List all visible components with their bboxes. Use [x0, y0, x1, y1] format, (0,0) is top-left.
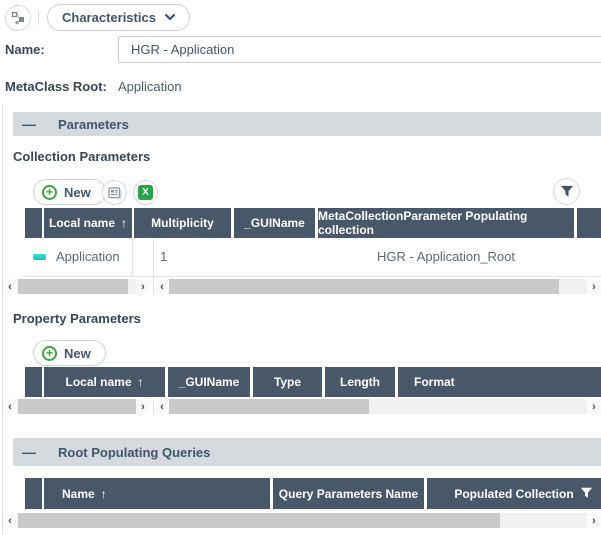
- characteristics-dropdown[interactable]: Characteristics: [47, 4, 190, 31]
- plus-icon: +: [42, 185, 57, 200]
- row-local-name: Application: [56, 249, 120, 264]
- pane-split-line: [153, 240, 154, 294]
- column-header-local-name[interactable]: Local name↑: [44, 208, 132, 238]
- filter-icon: [560, 185, 574, 198]
- column-header-overflow: [577, 208, 601, 238]
- pane-split-line: [153, 399, 154, 414]
- new-collection-parameter-button[interactable]: + New: [33, 179, 106, 205]
- characteristics-dropdown-label: Characteristics: [62, 10, 156, 25]
- name-label: Name:: [5, 42, 45, 57]
- collection-parameters-table-header: Local name↑ Multiplicity _GUIName MetaCo…: [25, 208, 601, 238]
- table-row[interactable]: Application 1 HGR - Application_Root: [25, 238, 601, 277]
- root-queries-section-header[interactable]: — Root Populating Queries: [13, 438, 601, 466]
- scrollbar-thumb[interactable]: [18, 279, 128, 294]
- column-header-icon: [25, 478, 42, 509]
- report-view-button[interactable]: [102, 180, 127, 205]
- scroll-left-icon[interactable]: ‹: [3, 279, 17, 294]
- row-multiplicity: 1: [160, 249, 167, 264]
- metaclass-root-value: Application: [118, 79, 182, 94]
- new-button-label: New: [64, 346, 91, 361]
- parameters-section-header[interactable]: — Parameters: [13, 112, 601, 136]
- property-parameters-table-header: Local name↑ _GUIName Type Length Format: [25, 367, 601, 397]
- new-button-label: New: [64, 185, 91, 200]
- scroll-right-icon[interactable]: ›: [587, 513, 601, 528]
- root-queries-table-header: Name↑ Query Parameters Name Populated Co…: [25, 478, 601, 509]
- export-excel-button[interactable]: X: [133, 180, 158, 205]
- collection-type-icon: [33, 254, 46, 260]
- property-parameters-heading: Property Parameters: [13, 311, 141, 326]
- filter-button[interactable]: [553, 178, 580, 205]
- new-property-parameter-button[interactable]: + New: [33, 340, 106, 366]
- collection-parameters-heading: Collection Parameters: [13, 149, 150, 164]
- cell-divider: [132, 238, 133, 276]
- scrollbar-thumb[interactable]: [18, 513, 500, 528]
- scrollbar-thumb[interactable]: [169, 399, 369, 414]
- scroll-right-icon[interactable]: ›: [136, 399, 150, 414]
- scroll-left-icon[interactable]: ‹: [155, 399, 169, 414]
- document-icon: [108, 187, 122, 199]
- panel-left-border: [2, 104, 3, 535]
- collapse-minus-icon[interactable]: —: [22, 117, 36, 131]
- scroll-right-icon[interactable]: ›: [587, 399, 601, 414]
- column-header-icon: [25, 208, 42, 238]
- excel-icon: X: [138, 185, 153, 200]
- column-header-populating-collection[interactable]: MetaCollectionParameter Populating colle…: [318, 208, 574, 238]
- hierarchy-icon: [11, 11, 26, 26]
- collapse-minus-icon[interactable]: —: [22, 445, 36, 459]
- scroll-right-icon[interactable]: ›: [136, 279, 150, 294]
- parameters-section-title: Parameters: [58, 117, 129, 132]
- chevron-down-icon: [165, 14, 175, 21]
- plus-icon: +: [42, 346, 57, 361]
- entity-type-button[interactable]: [5, 5, 31, 31]
- metaclass-root-label: MetaClass Root:: [5, 79, 107, 94]
- sort-asc-icon: ↑: [138, 375, 144, 389]
- root-queries-section-title: Root Populating Queries: [58, 445, 210, 460]
- column-header-query-parameters-name[interactable]: Query Parameters Name: [273, 478, 424, 509]
- scroll-left-icon[interactable]: ‹: [155, 279, 169, 294]
- column-header-local-name[interactable]: Local name↑: [44, 367, 165, 397]
- toolbar-divider: [38, 11, 39, 25]
- property-left-scrollbar[interactable]: ‹ ›: [3, 399, 150, 414]
- column-header-type[interactable]: Type: [253, 367, 322, 397]
- column-header-guiname[interactable]: _GUIName: [234, 208, 315, 238]
- column-header-multiplicity[interactable]: Multiplicity: [134, 208, 231, 238]
- column-header-format[interactable]: Format: [398, 367, 601, 397]
- name-input[interactable]: [118, 36, 601, 63]
- sort-asc-icon: ↑: [121, 216, 127, 230]
- scroll-left-icon[interactable]: ‹: [3, 399, 17, 414]
- scroll-left-icon[interactable]: ‹: [3, 513, 17, 528]
- collection-right-scrollbar[interactable]: ‹ ›: [155, 279, 601, 294]
- column-header-populated-collection[interactable]: Populated Collection: [427, 478, 601, 509]
- property-right-scrollbar[interactable]: ‹ ›: [155, 399, 601, 414]
- row-populating-collection: HGR - Application_Root: [318, 249, 574, 264]
- column-header-icon: [25, 367, 42, 397]
- column-header-name[interactable]: Name↑: [44, 478, 270, 509]
- scrollbar-thumb[interactable]: [169, 279, 559, 294]
- collection-left-scrollbar[interactable]: ‹ ›: [3, 279, 150, 294]
- scroll-right-icon[interactable]: ›: [587, 279, 601, 294]
- column-header-length[interactable]: Length: [325, 367, 395, 397]
- root-queries-scrollbar[interactable]: ‹ ›: [3, 513, 601, 528]
- sort-asc-icon: ↑: [101, 487, 107, 501]
- page: Characteristics Name: MetaClass Root: Ap…: [0, 0, 601, 535]
- column-header-guiname[interactable]: _GUIName: [168, 367, 250, 397]
- scrollbar-thumb[interactable]: [18, 399, 136, 414]
- filter-icon[interactable]: [580, 487, 593, 499]
